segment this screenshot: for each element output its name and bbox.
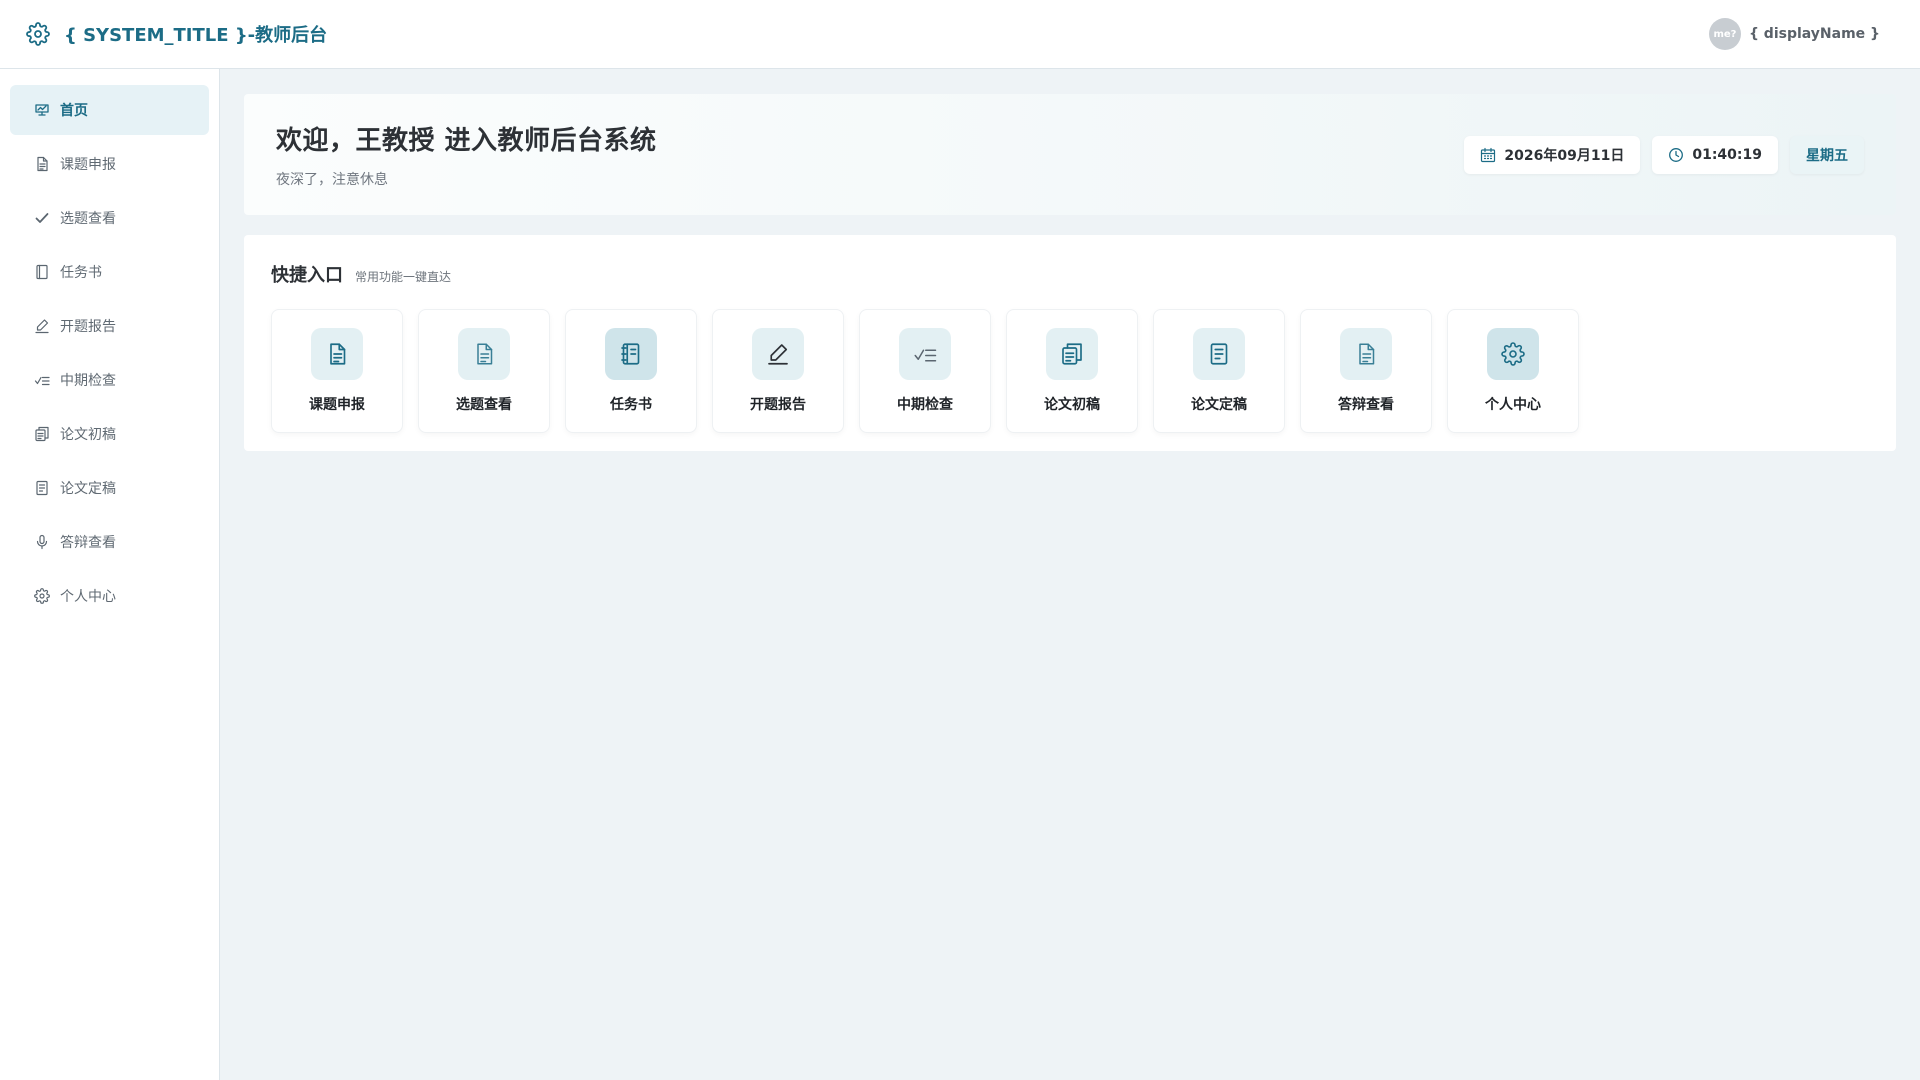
system-title: { SYSTEM_TITLE }-教师后台: [64, 25, 328, 46]
pen-icon: [752, 328, 804, 380]
sidebar-item-label: 选题查看: [60, 211, 116, 227]
book-icon: [605, 328, 657, 380]
document-icon: [311, 328, 363, 380]
sidebar-item-midterm[interactable]: 中期检查: [10, 355, 209, 405]
quick-card-topic-apply[interactable]: 课题申报: [271, 309, 403, 433]
sidebar-item-topic-apply[interactable]: 课题申报: [10, 139, 209, 189]
datetime-chips: 2026年09月11日 01:40:19 星期五: [1464, 135, 1864, 174]
quick-card-label: 论文定稿: [1191, 397, 1247, 413]
sidebar-item-label: 个人中心: [60, 589, 116, 605]
sidebar-item-label: 论文定稿: [60, 481, 116, 497]
quick-card-label: 答辩查看: [1338, 397, 1394, 413]
sidebar-item-label: 答辩查看: [60, 535, 116, 551]
checklist-icon: [34, 372, 50, 388]
quick-card-label: 论文初稿: [1044, 397, 1100, 413]
quick-card-defense[interactable]: 答辩查看: [1300, 309, 1432, 433]
file-icon: [34, 480, 50, 496]
gear-icon: [1487, 328, 1539, 380]
pen-icon: [34, 318, 50, 334]
quick-card-midterm[interactable]: 中期检查: [859, 309, 991, 433]
quick-card-profile[interactable]: 个人中心: [1447, 309, 1579, 433]
quick-entry-subtitle: 常用功能一键直达: [355, 270, 452, 284]
book-icon: [34, 264, 50, 280]
document-icon: [458, 328, 510, 380]
sidebar-item-draft[interactable]: 论文初稿: [10, 409, 209, 459]
sidebar-item-label: 首页: [60, 103, 88, 119]
quick-entry-title: 快捷入口: [271, 265, 343, 286]
sidebar-item-proposal[interactable]: 开题报告: [10, 301, 209, 351]
quick-card-proposal[interactable]: 开题报告: [712, 309, 844, 433]
top-bar: { SYSTEM_TITLE }-教师后台 me? { displayName …: [0, 0, 1920, 69]
home-icon: [34, 102, 50, 118]
welcome-banner: 欢迎，王教授 进入教师后台系统 夜深了，注意休息 2026年09月11日 01:…: [244, 94, 1896, 215]
sidebar-item-label: 任务书: [60, 265, 102, 281]
welcome-title: 欢迎，王教授 进入教师后台系统: [276, 126, 657, 156]
quick-card-topic-view[interactable]: 选题查看: [418, 309, 550, 433]
brand: { SYSTEM_TITLE }-教师后台: [26, 21, 327, 47]
copy-icon: [34, 426, 50, 442]
sidebar-item-label: 中期检查: [60, 373, 116, 389]
time-text: 01:40:19: [1692, 146, 1762, 163]
weekday-chip: 星期五: [1790, 135, 1864, 174]
document-icon: [34, 156, 50, 172]
copy-icon: [1046, 328, 1098, 380]
sidebar-item-label: 论文初稿: [60, 427, 116, 443]
weekday-text: 星期五: [1806, 147, 1848, 164]
checklist-icon: [899, 328, 951, 380]
quick-card-label: 开题报告: [750, 397, 806, 413]
quick-card-label: 个人中心: [1485, 397, 1541, 413]
document-icon: [1340, 328, 1392, 380]
quick-card-task-book[interactable]: 任务书: [565, 309, 697, 433]
date-chip: 2026年09月11日: [1464, 135, 1641, 174]
sidebar-item-final[interactable]: 论文定稿: [10, 463, 209, 513]
quick-entry-panel: 快捷入口 常用功能一键直达 课题申报 选题查看 任务书 开题报告 中期检查 论文…: [244, 235, 1896, 451]
microphone-icon: [34, 534, 50, 550]
quick-card-label: 选题查看: [456, 397, 512, 413]
quick-card-final[interactable]: 论文定稿: [1153, 309, 1285, 433]
clock-icon: [1668, 147, 1684, 163]
quick-card-label: 中期检查: [897, 397, 953, 413]
quick-card-label: 任务书: [610, 397, 652, 413]
sidebar-item-profile[interactable]: 个人中心: [10, 571, 209, 621]
sidebar-item-label: 开题报告: [60, 319, 116, 335]
avatar[interactable]: me?: [1708, 18, 1741, 50]
quick-entry-cards: 课题申报 选题查看 任务书 开题报告 中期检查 论文初稿 论文定稿 答辩查看 个…: [271, 309, 1869, 433]
calendar-icon: [1480, 147, 1496, 163]
file-icon: [1193, 328, 1245, 380]
sidebar-item-home[interactable]: 首页: [10, 85, 209, 135]
time-chip: 01:40:19: [1652, 135, 1778, 174]
sidebar-item-task-book[interactable]: 任务书: [10, 247, 209, 297]
main-content: 欢迎，王教授 进入教师后台系统 夜深了，注意休息 2026年09月11日 01:…: [244, 94, 1896, 451]
check-icon: [34, 210, 50, 226]
quick-entry-header: 快捷入口 常用功能一键直达: [271, 261, 1869, 287]
welcome-text: 欢迎，王教授 进入教师后台系统 夜深了，注意休息: [276, 120, 657, 189]
sidebar: 首页 课题申报 选题查看 任务书 开题报告 中期检查 论文初稿 论文定稿 答辩查…: [0, 69, 220, 1080]
gear-icon: [26, 22, 50, 46]
sidebar-item-defense[interactable]: 答辩查看: [10, 517, 209, 567]
user-menu[interactable]: me? { displayName }: [1708, 18, 1880, 50]
quick-card-label: 课题申报: [309, 397, 365, 413]
quick-card-draft[interactable]: 论文初稿: [1006, 309, 1138, 433]
welcome-subtitle: 夜深了，注意休息: [276, 172, 388, 188]
date-text: 2026年09月11日: [1504, 147, 1625, 164]
gear-icon: [34, 588, 50, 604]
user-display-name[interactable]: { displayName }: [1749, 26, 1880, 42]
sidebar-item-label: 课题申报: [60, 157, 116, 173]
sidebar-item-topic-view[interactable]: 选题查看: [10, 193, 209, 243]
